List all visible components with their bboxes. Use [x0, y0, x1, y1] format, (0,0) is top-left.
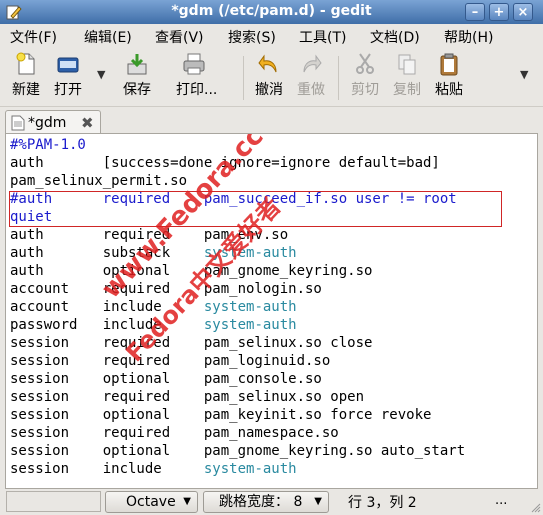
- print-button[interactable]: 打印...: [176, 52, 218, 104]
- code-text: pam_selinux_permit.so: [10, 173, 188, 189]
- undo-label: 撤消: [255, 82, 283, 98]
- toolbar-overflow-icon[interactable]: ▼: [520, 68, 528, 81]
- scissors-icon: [356, 53, 374, 74]
- cut-label: 剪切: [351, 82, 379, 98]
- cursor-position: 行 3，列 2: [348, 495, 417, 511]
- code-text: session optional pam_console.so: [10, 371, 322, 387]
- menu-file[interactable]: 文件(F): [10, 27, 57, 47]
- menu-documents[interactable]: 文档(D): [370, 27, 420, 47]
- toolbar-separator: [338, 56, 339, 100]
- tab-width-selector[interactable]: 跳格宽度： 8 ▼: [203, 491, 329, 513]
- code-line[interactable]: session required pam_selinux.so open: [10, 388, 465, 406]
- menu-bar: 文件(F) 编辑(E) 查看(V) 搜索(S) 工具(T) 文档(D) 帮助(H…: [0, 24, 543, 48]
- code-text: #%PAM-1.0: [10, 137, 86, 153]
- undo-button[interactable]: 撤消: [251, 52, 287, 104]
- close-tab-icon[interactable]: ✖: [81, 114, 94, 132]
- code-keyword: system-auth: [203, 299, 297, 315]
- code-line[interactable]: session optional pam_keyinit.so force re…: [10, 406, 465, 424]
- chevron-down-icon: ▼: [314, 496, 322, 507]
- open-button[interactable]: 打开: [50, 52, 86, 104]
- code-text: session include: [10, 461, 204, 477]
- code-keyword: system-auth: [203, 461, 297, 477]
- code-content[interactable]: #%PAM-1.0 auth [success=done ignore=ignor…: [10, 136, 465, 478]
- code-line[interactable]: session optional pam_gnome_keyring.so au…: [10, 442, 465, 460]
- language-selector[interactable]: Octave ▼: [105, 491, 198, 513]
- status-message-panel: [6, 491, 101, 512]
- open-recent-dropdown-icon[interactable]: ▼: [97, 68, 105, 81]
- code-text: session required pam_namespace.so: [10, 425, 339, 441]
- copy-button[interactable]: 复制: [389, 52, 425, 104]
- status-bar: Octave ▼ 跳格宽度： 8 ▼ 行 3，列 2 ...: [0, 490, 543, 515]
- code-text: session optional pam_keyinit.so force re…: [10, 407, 432, 423]
- new-document-icon: [16, 52, 35, 75]
- close-icon: ×: [517, 5, 529, 20]
- toolbar-separator: [243, 56, 244, 100]
- save-button[interactable]: 保存: [119, 52, 155, 104]
- menu-tools[interactable]: 工具(T): [299, 27, 346, 47]
- maximize-icon: +: [493, 5, 505, 20]
- code-line[interactable]: password include system-auth: [10, 316, 465, 334]
- open-label: 打开: [54, 82, 82, 98]
- language-label: Octave: [126, 494, 176, 510]
- printer-icon: [183, 53, 205, 75]
- code-line[interactable]: session required pam_selinux.so close: [10, 334, 465, 352]
- code-line[interactable]: account required pam_nologin.so: [10, 280, 465, 298]
- save-icon: [127, 54, 147, 75]
- minimize-button[interactable]: –: [465, 3, 485, 21]
- text-document-icon: [11, 115, 25, 131]
- tab-label: *gdm: [28, 115, 67, 131]
- menu-search[interactable]: 搜索(S): [228, 27, 276, 47]
- menu-help[interactable]: 帮助(H): [444, 27, 493, 47]
- tab-width-label: 跳格宽度： 8: [219, 494, 303, 510]
- toolbar: 新建 打开 ▼ 保存 打印... 撤消 重做 剪切 复制 粘贴 ▼: [0, 48, 543, 107]
- code-keyword: system-auth: [203, 317, 297, 333]
- open-folder-icon: [57, 57, 79, 73]
- copy-icon: [398, 54, 416, 75]
- window-title: *gdm (/etc/pam.d) - gedit: [171, 3, 372, 19]
- tab-strip: *gdm ✖: [0, 106, 543, 136]
- code-text: session required pam_selinux.so open: [10, 389, 365, 405]
- code-text: auth substack: [10, 245, 204, 261]
- chevron-down-icon: ▼: [183, 496, 191, 507]
- save-label: 保存: [123, 82, 151, 98]
- redo-button[interactable]: 重做: [293, 52, 329, 104]
- code-text: session optional pam_gnome_keyring.so au…: [10, 443, 466, 459]
- clipboard-paste-icon: [440, 53, 458, 76]
- code-text: session required pam_selinux.so close: [10, 335, 373, 351]
- menu-edit[interactable]: 编辑(E): [84, 27, 132, 47]
- code-text: session required pam_loginuid.so: [10, 353, 331, 369]
- redo-label: 重做: [297, 82, 325, 98]
- print-label: 打印...: [176, 82, 218, 98]
- close-button[interactable]: ×: [513, 3, 533, 21]
- copy-label: 复制: [393, 82, 421, 98]
- cut-button[interactable]: 剪切: [347, 52, 383, 104]
- title-bar[interactable]: *gdm (/etc/pam.d) - gedit – + ×: [0, 0, 543, 25]
- maximize-button[interactable]: +: [489, 3, 509, 21]
- new-label: 新建: [12, 82, 40, 98]
- code-line[interactable]: session required pam_loginuid.so: [10, 352, 465, 370]
- new-button[interactable]: 新建: [8, 52, 44, 104]
- code-line[interactable]: session include system-auth: [10, 460, 465, 478]
- code-line[interactable]: session required pam_namespace.so: [10, 424, 465, 442]
- menu-view[interactable]: 查看(V): [155, 27, 204, 47]
- undo-icon: [258, 54, 277, 73]
- minimize-icon: –: [471, 5, 479, 20]
- overwrite-indicator: ...: [495, 493, 508, 508]
- redo-icon: [303, 54, 322, 73]
- text-editor[interactable]: #%PAM-1.0 auth [success=done ignore=ignor…: [5, 133, 538, 489]
- code-line[interactable]: session optional pam_console.so: [10, 370, 465, 388]
- paste-button[interactable]: 粘贴: [431, 52, 467, 104]
- resize-grip-icon[interactable]: [531, 503, 541, 513]
- code-line[interactable]: account include system-auth: [10, 298, 465, 316]
- paste-label: 粘贴: [435, 82, 463, 98]
